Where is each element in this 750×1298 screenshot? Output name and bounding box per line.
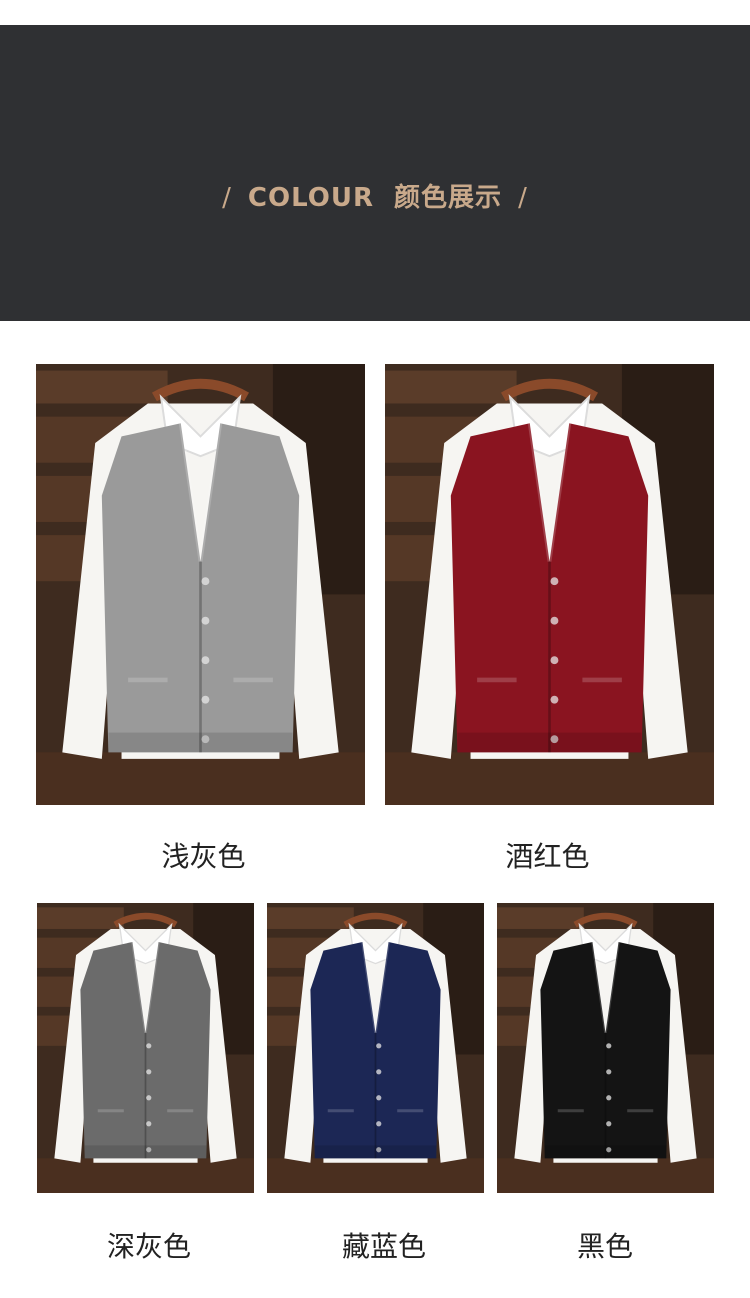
photo-illustration — [385, 364, 714, 805]
product-photo-light-gray[interactable] — [36, 364, 365, 805]
vest-button — [606, 1043, 612, 1049]
vest-hem — [108, 732, 293, 753]
product-caption-black: 黑色 — [576, 1230, 633, 1263]
cabinet-drawer — [37, 907, 124, 929]
vest-hem — [84, 1145, 207, 1159]
vest-button — [550, 695, 559, 704]
cabinet-drawer — [385, 370, 517, 404]
wood-floor — [37, 1158, 254, 1193]
vest-button — [146, 1069, 152, 1075]
section-title: / COLOUR 颜色展示 / — [0, 177, 750, 214]
cabinet-drawer — [497, 907, 584, 929]
cabinet-drawer — [267, 907, 354, 929]
title-english: COLOUR — [247, 183, 374, 213]
product-photo-wine-red[interactable] — [385, 364, 714, 805]
vest-button — [146, 1043, 152, 1049]
vest-button — [550, 616, 559, 625]
product-photo-navy-blue[interactable] — [267, 903, 484, 1193]
vest-hem — [457, 732, 642, 753]
cabinet-drawer — [36, 370, 168, 404]
vest-button — [376, 1121, 382, 1127]
product-photo-black[interactable] — [497, 903, 714, 1193]
wood-floor — [385, 752, 714, 805]
title-slash-left: / — [222, 183, 232, 213]
vest-button — [606, 1121, 612, 1127]
vest-button — [606, 1069, 612, 1075]
vest-button — [146, 1095, 152, 1101]
photo-illustration — [267, 903, 484, 1193]
vest-hem — [544, 1145, 667, 1159]
wood-floor — [36, 752, 365, 805]
vest-button — [201, 616, 210, 625]
photo-illustration — [497, 903, 714, 1193]
title-slash-right: / — [518, 183, 528, 213]
photo-illustration — [36, 364, 365, 805]
vest-button — [376, 1069, 382, 1075]
vest-button — [201, 695, 210, 704]
product-caption-light-gray: 浅灰色 — [161, 840, 246, 873]
vest-button — [376, 1043, 382, 1049]
product-photo-dark-gray[interactable] — [37, 903, 254, 1193]
vest-button — [606, 1095, 612, 1101]
photo-illustration — [37, 903, 254, 1193]
vest-button — [376, 1095, 382, 1101]
wood-floor — [267, 1158, 484, 1193]
vest-button — [201, 577, 210, 586]
product-caption-navy-blue: 藏蓝色 — [341, 1230, 426, 1263]
vest-button — [146, 1121, 152, 1127]
product-caption-wine-red: 酒红色 — [505, 840, 590, 873]
product-caption-dark-gray: 深灰色 — [106, 1230, 191, 1263]
vest-button — [550, 656, 559, 665]
title-chinese: 颜色展示 — [394, 183, 503, 213]
vest-hem — [314, 1145, 437, 1159]
vest-button — [550, 577, 559, 586]
vest-button — [201, 656, 210, 665]
header-banner: / COLOUR 颜色展示 / — [0, 25, 750, 321]
wood-floor — [497, 1158, 714, 1193]
